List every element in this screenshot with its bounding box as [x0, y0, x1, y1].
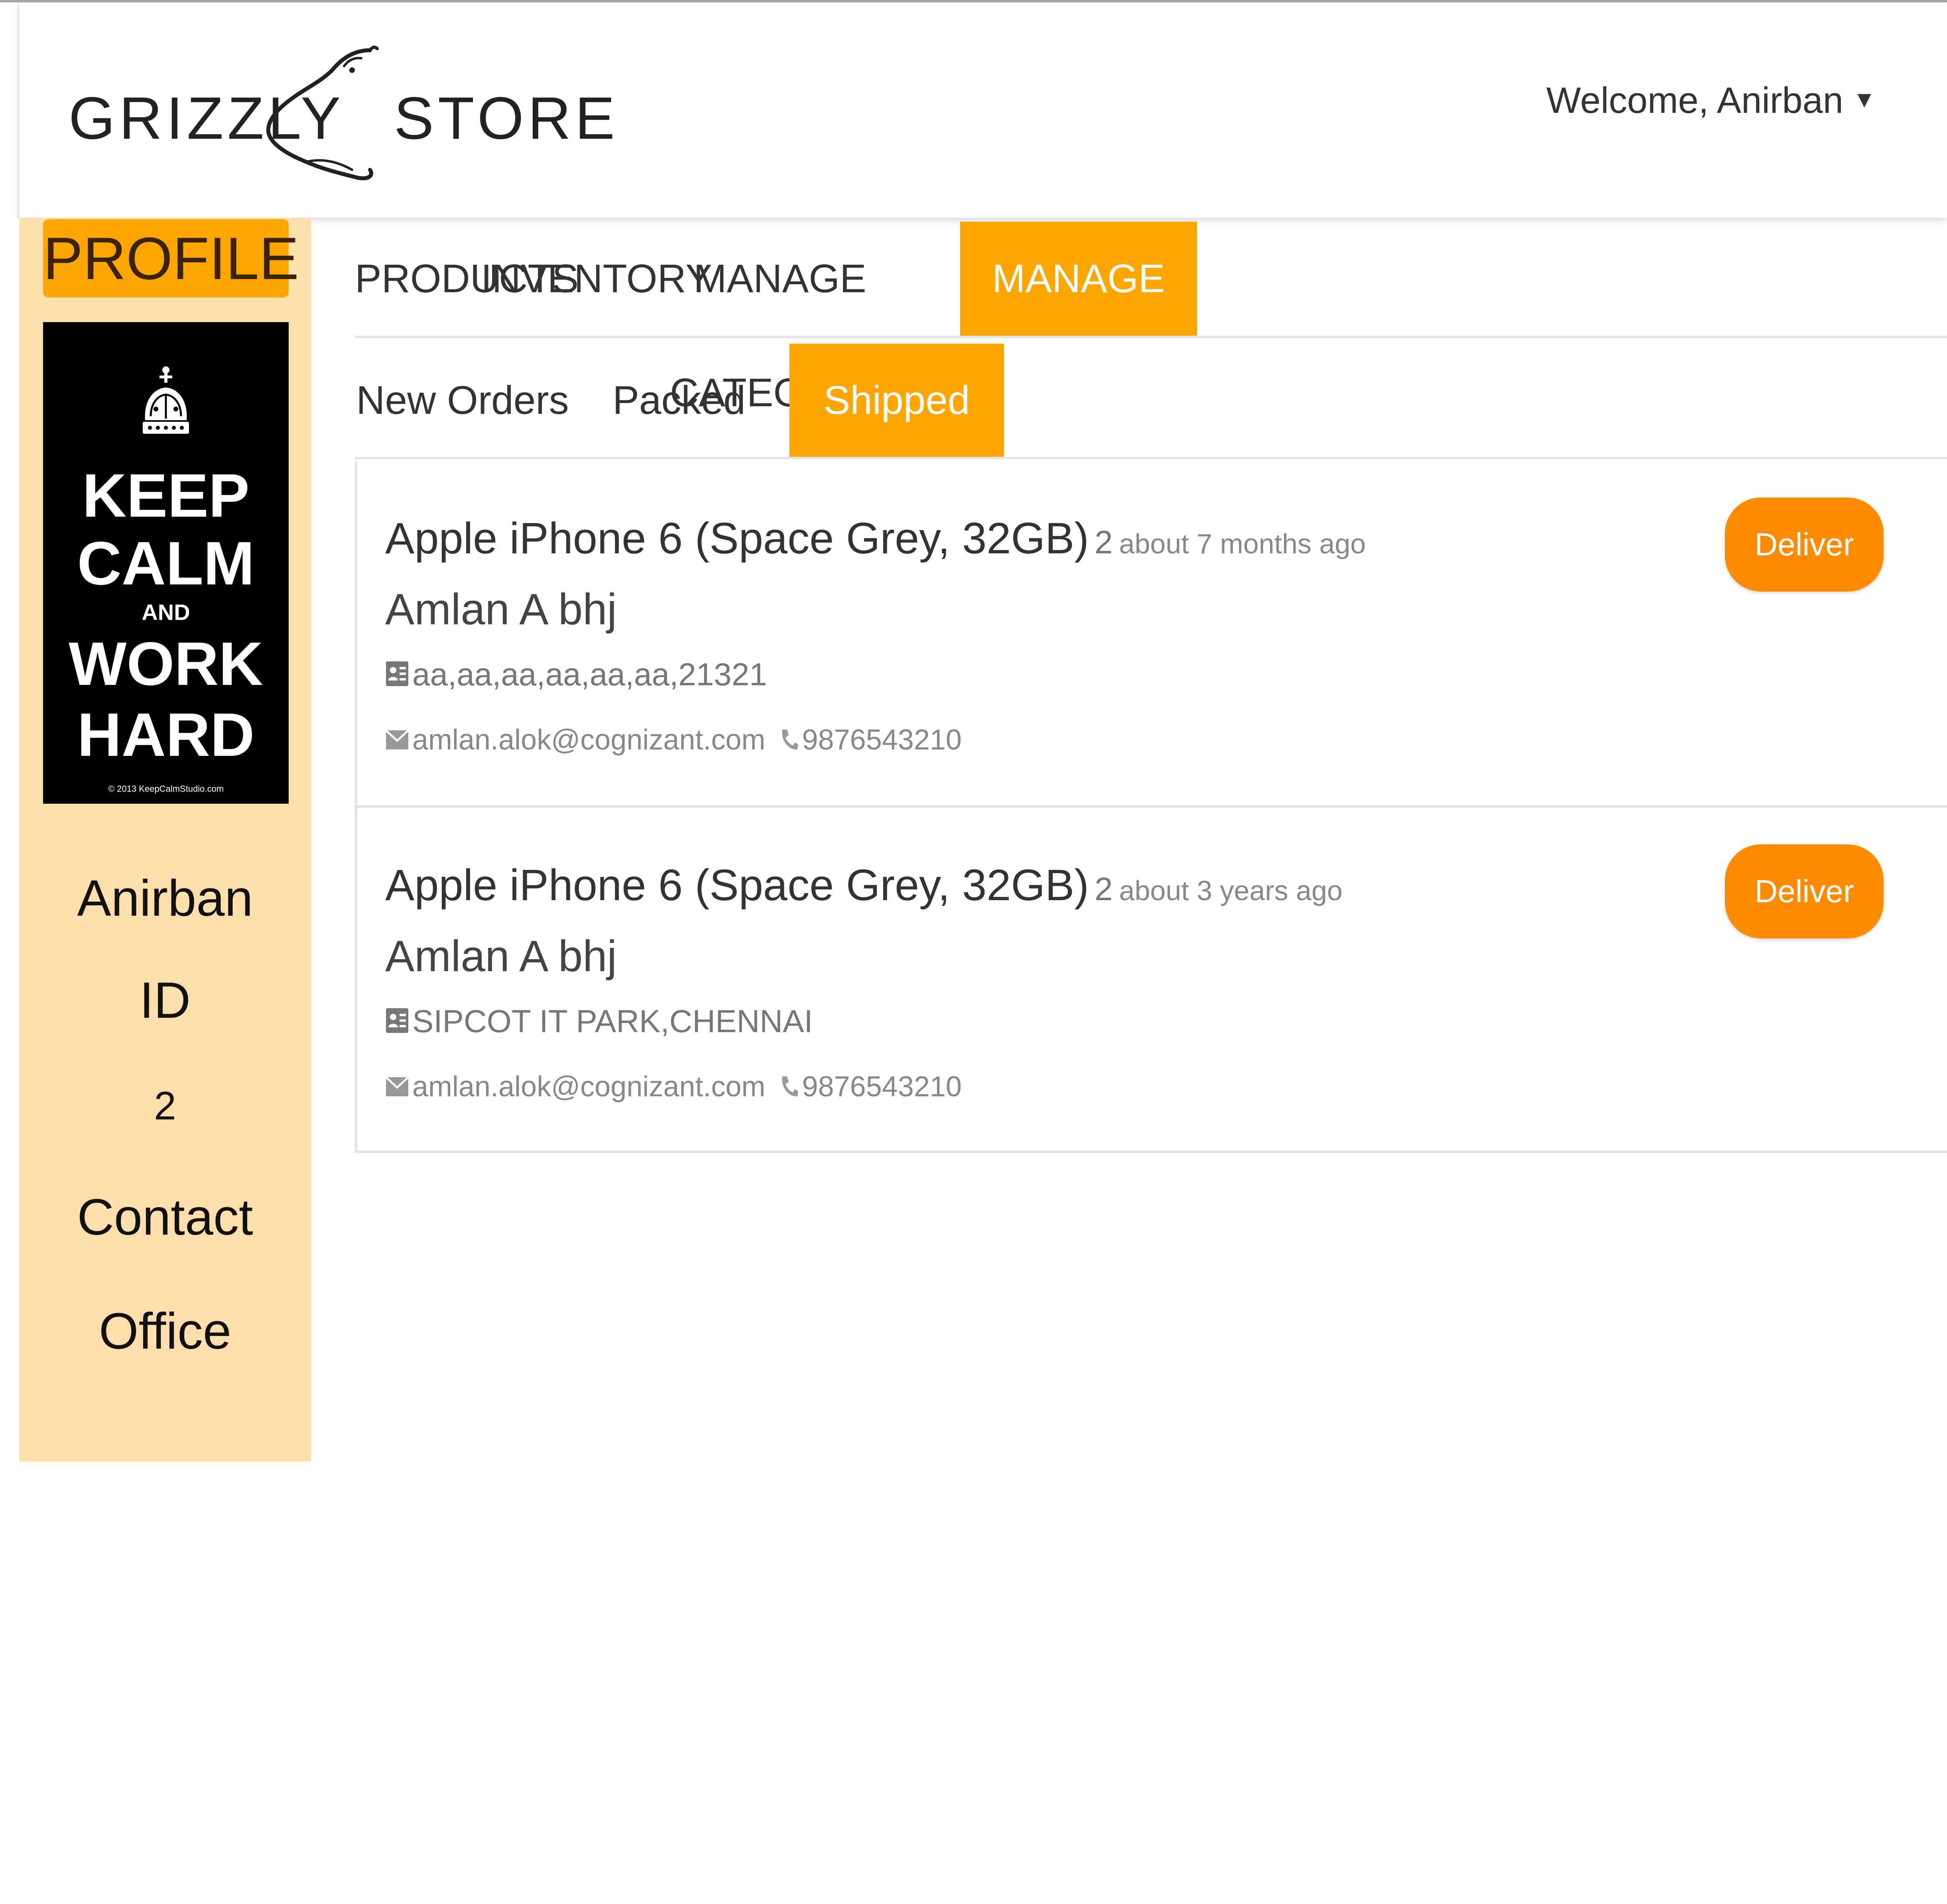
- order-contact: amlan.alok@cognizant.com 9876543210: [385, 726, 962, 754]
- address-card-icon: [386, 1008, 408, 1033]
- deliver-item-button[interactable]: Deliver item: [1725, 844, 1884, 1003]
- profile-office-label: Office: [99, 1303, 231, 1360]
- orders-list: Apple iPhone 6 (Space Grey, 32GB) 2 about …: [355, 461, 1947, 1153]
- welcome-text: Welcome, Anirban: [1546, 80, 1843, 121]
- brand-name-right: STORE: [394, 85, 619, 151]
- order-title: Apple iPhone 6 (Space Grey, 32GB) 2 about …: [385, 517, 1366, 561]
- subnav-divider: [355, 457, 1947, 459]
- phone-text: 9876543210: [802, 1071, 962, 1103]
- profile-contact-label: Contact: [77, 1189, 253, 1246]
- email-text: amlan.alok@cognizant.com: [412, 1071, 766, 1103]
- tab-manage-orders[interactable]: MANAGE ORDERS: [960, 222, 1197, 415]
- customer-name: Amlan A bhj: [385, 932, 617, 981]
- product-name: Apple iPhone 6 (Space Grey, 32GB): [385, 861, 1089, 910]
- main-nav-tabs: PRODUCTS INVENTORY MANAGE CATEGORY MANAG…: [355, 222, 1947, 415]
- bear-head-icon: [266, 45, 379, 181]
- poster-line-keep: KEEP: [82, 461, 250, 530]
- poster-copyright: © 2013 KeepCalmStudio.com: [108, 784, 224, 794]
- address-card-icon: [386, 661, 408, 686]
- profile-label: PROFILE: [43, 219, 299, 297]
- order-contact: amlan.alok@cognizant.com 9876543210: [385, 1072, 962, 1101]
- order-item: Apple iPhone 6 (Space Grey, 32GB) 2 about …: [357, 461, 1947, 805]
- tab-packed[interactable]: Packed: [570, 344, 788, 457]
- profile-avatar-poster: KEEP CALM AND WORK HARD © 2013 KeepCalmS…: [43, 322, 289, 804]
- order-time-ago: about 3 years ago: [1119, 875, 1343, 906]
- envelope-icon: [385, 1076, 409, 1096]
- tab-products[interactable]: PRODUCTS: [355, 222, 579, 336]
- email-text: amlan.alok@cognizant.com: [412, 724, 766, 756]
- profile-sidebar: PROFILE KEEP CALM AND WORK HARD © 2013 K…: [19, 218, 311, 1461]
- profile-name: Anirban: [77, 870, 253, 927]
- address-text: SIPCOT IT PARK,CHENNAI: [412, 1003, 813, 1039]
- profile-id-label: ID: [140, 972, 191, 1029]
- phone-icon: [782, 1076, 798, 1097]
- header: GRIZZLY STORE Welcome, Anirban ▼: [19, 2, 1947, 218]
- order-title: Apple iPhone 6 (Space Grey, 32GB) 2 about …: [385, 863, 1343, 907]
- order-address: aa,aa,aa,aa,aa,aa,21321: [385, 659, 767, 690]
- poster-line-work: WORK: [69, 629, 263, 698]
- address-text: aa,aa,aa,aa,aa,aa,21321: [412, 657, 767, 692]
- order-item: Apple iPhone 6 (Space Grey, 32GB) 2 about …: [357, 805, 1947, 1152]
- tab-new-orders[interactable]: New Orders: [355, 344, 570, 457]
- order-quantity: 2: [1095, 524, 1113, 561]
- phone-text: 9876543210: [802, 724, 962, 756]
- customer-name: Amlan A bhj: [385, 585, 617, 634]
- phone-icon: [782, 730, 798, 750]
- crown-icon: [143, 366, 189, 434]
- caret-down-icon: ▼: [1853, 87, 1876, 112]
- tab-shipped[interactable]: Shipped: [789, 344, 1004, 457]
- envelope-icon: [385, 730, 409, 749]
- poster-line-and: AND: [142, 600, 190, 625]
- order-time-ago: about 7 months ago: [1119, 528, 1366, 559]
- product-name: Apple iPhone 6 (Space Grey, 32GB): [385, 514, 1089, 563]
- tab-inventory[interactable]: INVENTORY: [481, 222, 712, 336]
- deliver-item-button[interactable]: Deliver item: [1725, 498, 1884, 656]
- order-address: SIPCOT IT PARK,CHENNAI: [385, 1005, 813, 1037]
- poster-line-calm: CALM: [77, 529, 255, 598]
- poster-line-hard: HARD: [77, 700, 255, 769]
- nav-divider: [355, 336, 1947, 338]
- tab-manage-category[interactable]: MANAGE CATEGORY: [644, 222, 915, 415]
- user-menu-dropdown[interactable]: Welcome, Anirban ▼: [1546, 82, 1876, 119]
- profile-id-value: 2: [154, 1084, 176, 1128]
- order-quantity: 2: [1095, 871, 1113, 907]
